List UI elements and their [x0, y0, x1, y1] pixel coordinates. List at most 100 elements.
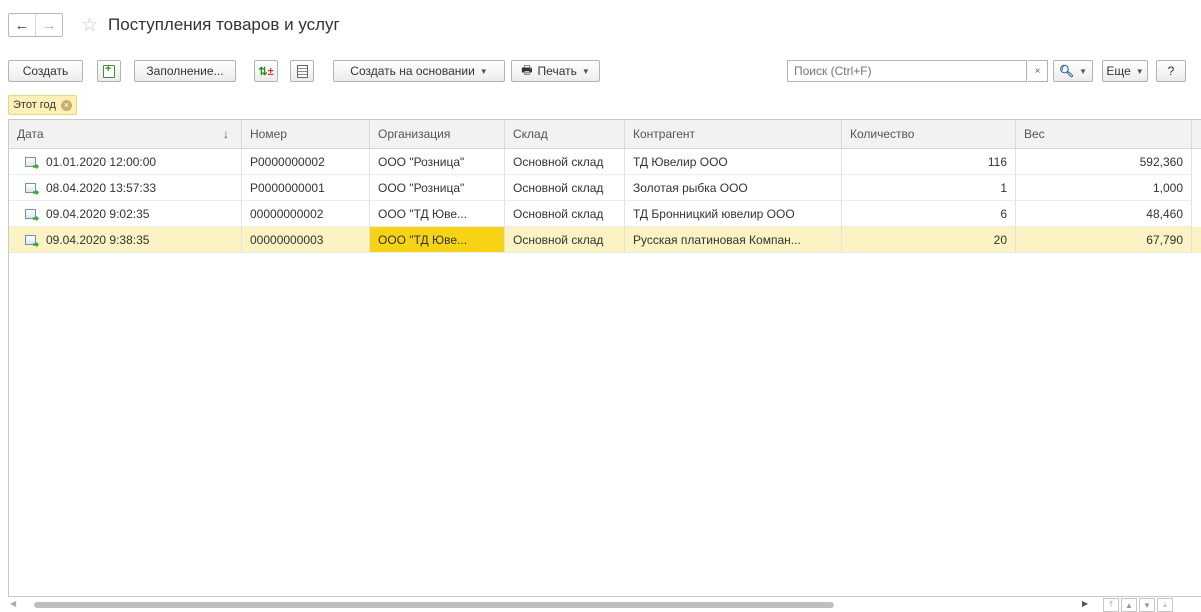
cell-weight: 67,790 — [1016, 227, 1192, 253]
cell-quantity: 116 — [842, 149, 1016, 175]
cell-weight: 1,000 — [1016, 175, 1192, 201]
scrollbar-thumb[interactable] — [34, 602, 834, 608]
more-button-label: Еще — [1106, 64, 1131, 78]
cell-date-text: 09.04.2020 9:02:35 — [46, 206, 150, 221]
scroll-right-icon[interactable]: ▶ — [1082, 599, 1088, 608]
cell-number: 00000000002 — [242, 201, 370, 227]
cell-date-text: 09.04.2020 9:38:35 — [46, 232, 150, 247]
table-header: Дата ↓ Номер Организация Склад Контраген… — [9, 120, 1201, 149]
cell-warehouse: Основной склад — [505, 201, 625, 227]
column-header-organization-label: Организация — [378, 127, 451, 141]
copy-button[interactable] — [97, 60, 121, 82]
posted-document-icon — [25, 182, 36, 193]
create-based-on-button[interactable]: Создать на основании ▼ — [333, 60, 505, 82]
help-button[interactable]: ? — [1156, 60, 1186, 82]
horizontal-scrollbar[interactable]: ◀ ▶ — [8, 599, 1088, 609]
create-based-on-label: Создать на основании — [350, 64, 475, 78]
table-row[interactable]: 08.04.2020 13:57:33 Р0000000001 ООО "Роз… — [9, 175, 1201, 201]
column-header-date[interactable]: Дата ↓ — [9, 120, 242, 148]
column-header-warehouse-label: Склад — [513, 127, 548, 141]
table-row-selected[interactable]: 09.04.2020 9:38:35 00000000003 ООО "ТД Ю… — [9, 227, 1201, 253]
page-down-icon[interactable]: ▼ — [1139, 598, 1155, 612]
help-button-label: ? — [1167, 64, 1175, 78]
cell-date: 09.04.2020 9:38:35 — [9, 227, 242, 253]
toolbar: Создать Заполнение... ⇅± Создать на осно… — [8, 60, 1201, 84]
column-header-counterparty-label: Контрагент — [633, 127, 696, 141]
clear-search-button[interactable]: × — [1028, 60, 1048, 82]
period-filter-label: Этот год — [13, 99, 56, 111]
remove-filter-icon[interactable]: × — [60, 99, 72, 111]
cell-organization: ООО "Розница" — [370, 175, 505, 201]
print-button[interactable]: 🖶 Печать ▼ — [511, 60, 600, 82]
report-list-icon — [296, 64, 308, 78]
posted-document-icon — [25, 156, 36, 167]
cell-date: 08.04.2020 13:57:33 — [9, 175, 242, 201]
cell-weight: 48,460 — [1016, 201, 1192, 227]
column-header-date-label: Дата — [17, 127, 44, 141]
cell-number: 00000000003 — [242, 227, 370, 253]
table-row[interactable]: 09.04.2020 9:02:35 00000000002 ООО "ТД Ю… — [9, 201, 1201, 227]
column-header-weight[interactable]: Вес — [1016, 120, 1192, 148]
excel-load-button[interactable]: ⇅± — [254, 60, 278, 82]
cell-date-text: 01.01.2020 12:00:00 — [46, 154, 157, 169]
first-page-icon[interactable]: ⤒ — [1103, 598, 1119, 612]
search-icon: 🔍︎ — [1058, 64, 1075, 78]
title-bar: ← → ☆ Поступления товаров и услуг — [8, 12, 340, 38]
back-button[interactable]: ← — [9, 14, 35, 36]
copy-document-icon — [103, 63, 115, 78]
list-navigation: ⤒ ▲ ▼ ⤓ — [1103, 598, 1175, 612]
cell-counterparty: ТД Бронницкий ювелир ООО — [625, 201, 842, 227]
fill-button[interactable]: Заполнение... — [134, 60, 236, 82]
cell-weight: 592,360 — [1016, 149, 1192, 175]
scroll-left-icon[interactable]: ◀ — [10, 599, 16, 608]
column-header-number[interactable]: Номер — [242, 120, 370, 148]
column-header-warehouse[interactable]: Склад — [505, 120, 625, 148]
sort-descending-icon: ↓ — [223, 127, 229, 141]
chevron-down-icon: ▼ — [1135, 66, 1144, 76]
excel-import-icon: ⇅± — [258, 65, 274, 78]
cell-warehouse: Основной склад — [505, 227, 625, 253]
more-button[interactable]: Еще ▼ — [1102, 60, 1148, 82]
cell-date-text: 08.04.2020 13:57:33 — [46, 180, 157, 195]
posted-document-icon — [25, 234, 36, 245]
column-header-weight-label: Вес — [1024, 127, 1045, 141]
cell-quantity: 1 — [842, 175, 1016, 201]
table-row[interactable]: 01.01.2020 12:00:00 Р0000000002 ООО "Роз… — [9, 149, 1201, 175]
cell-organization: ООО "ТД Юве... — [370, 201, 505, 227]
print-button-label: Печать — [537, 64, 577, 78]
create-button-label: Создать — [22, 64, 69, 78]
cell-warehouse: Основной склад — [505, 149, 625, 175]
cell-number: Р0000000002 — [242, 149, 370, 175]
column-header-organization[interactable]: Организация — [370, 120, 505, 148]
column-header-number-label: Номер — [250, 127, 287, 141]
chevron-down-icon: ▼ — [1079, 66, 1088, 76]
report-button[interactable] — [290, 60, 314, 82]
cell-date: 09.04.2020 9:02:35 — [9, 201, 242, 227]
cell-date: 01.01.2020 12:00:00 — [9, 149, 242, 175]
search-options-button[interactable]: 🔍︎ ▼ — [1053, 60, 1093, 82]
cell-organization: ООО "Розница" — [370, 149, 505, 175]
cell-warehouse: Основной склад — [505, 175, 625, 201]
close-icon: × — [1034, 65, 1041, 77]
period-filter-tag[interactable]: Этот год × — [8, 95, 77, 115]
documents-table[interactable]: Дата ↓ Номер Организация Склад Контраген… — [8, 119, 1201, 597]
last-page-icon[interactable]: ⤓ — [1157, 598, 1173, 612]
column-header-quantity[interactable]: Количество — [842, 120, 1016, 148]
cell-quantity: 6 — [842, 201, 1016, 227]
cell-counterparty: Золотая рыбка ООО — [625, 175, 842, 201]
cell-counterparty: ТД Ювелир ООО — [625, 149, 842, 175]
page-up-icon[interactable]: ▲ — [1121, 598, 1137, 612]
search-input[interactable] — [787, 60, 1027, 82]
star-outline-icon[interactable]: ☆ — [81, 16, 98, 35]
column-header-counterparty[interactable]: Контрагент — [625, 120, 842, 148]
posted-document-icon — [25, 208, 36, 219]
printer-icon: 🖶 — [521, 62, 533, 77]
cell-number: Р0000000001 — [242, 175, 370, 201]
fill-button-label: Заполнение... — [146, 64, 224, 78]
cell-counterparty: Русская платиновая Компан... — [625, 227, 842, 253]
chevron-down-icon: ▼ — [479, 66, 488, 76]
create-button[interactable]: Создать — [8, 60, 83, 82]
forward-button[interactable]: → — [35, 14, 62, 36]
cell-quantity: 20 — [842, 227, 1016, 253]
cell-organization-active: ООО "ТД Юве... — [370, 227, 505, 253]
